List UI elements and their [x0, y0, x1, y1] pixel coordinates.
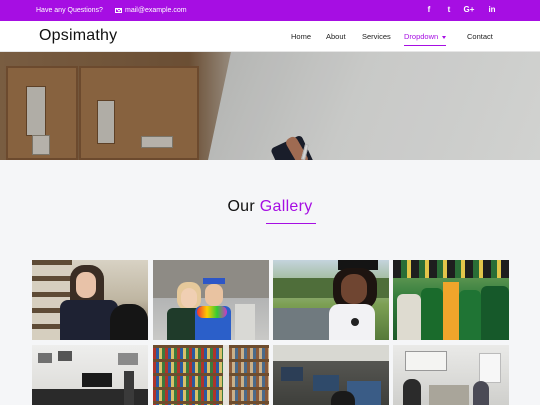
linkedin-icon[interactable]: in	[486, 5, 498, 14]
face-right	[205, 284, 223, 306]
wall-frame	[118, 353, 138, 365]
face	[341, 274, 367, 304]
wall-frame	[38, 353, 52, 363]
hero-overlay	[0, 52, 540, 160]
envelope-icon	[115, 8, 122, 13]
face	[76, 272, 96, 298]
monitor	[313, 375, 339, 391]
nav-home[interactable]: Home	[291, 32, 311, 41]
parking-lot	[273, 308, 333, 340]
facebook-icon[interactable]: f	[423, 5, 435, 14]
brand-logo[interactable]: Opsimathy	[39, 27, 117, 45]
stole	[443, 282, 459, 340]
classroom-photo[interactable]	[32, 345, 148, 405]
bookshelf-left	[153, 345, 223, 405]
gallery-heading-our: Our	[227, 198, 256, 215]
graduates-selfie-photo[interactable]	[153, 260, 269, 340]
nav-dropdown[interactable]: Dropdown	[404, 32, 447, 46]
navbar: Opsimathy Home About Services Dropdown C…	[0, 21, 540, 52]
lei	[197, 306, 227, 318]
caps-row	[393, 260, 509, 278]
tv-screen	[82, 373, 112, 387]
graduation-ceremony-photo[interactable]	[393, 260, 509, 340]
computer-lab-photo[interactable]	[273, 345, 389, 405]
person	[403, 379, 421, 405]
twitter-icon[interactable]: t	[443, 5, 455, 14]
diploma	[235, 304, 255, 340]
monitor	[281, 367, 303, 381]
google-plus-icon[interactable]: G+	[463, 5, 475, 14]
person	[473, 381, 489, 405]
teacher	[124, 371, 134, 405]
wall-frame	[58, 351, 72, 361]
nav-dropdown-label: Dropdown	[404, 32, 439, 41]
library-shelves-photo[interactable]	[153, 345, 269, 405]
flipchart	[479, 353, 501, 383]
top-bar: Have any Questions? mail@example.com f t…	[0, 0, 540, 21]
meeting-room-photo[interactable]	[393, 345, 509, 405]
email-text: mail@example.com	[125, 7, 187, 14]
gown-a	[421, 288, 443, 340]
bookshelf-right	[229, 345, 269, 405]
nav-services[interactable]: Services	[362, 32, 391, 41]
hero-banner	[0, 52, 540, 160]
gown-b	[459, 290, 481, 340]
gallery-heading: Our Gallery	[0, 198, 540, 216]
projection-screen	[405, 351, 447, 371]
nav-contact[interactable]: Contact	[467, 32, 493, 41]
heading-underline	[266, 223, 316, 224]
badge	[351, 318, 359, 326]
chevron-down-icon	[442, 35, 447, 39]
face-left	[181, 288, 197, 308]
student-head	[331, 391, 355, 405]
question-text: Have any Questions?	[36, 7, 103, 14]
person-left	[397, 294, 421, 340]
ceiling	[273, 345, 389, 361]
student-thinking-photo[interactable]	[32, 260, 148, 340]
foreground-student	[110, 304, 148, 340]
nav-about[interactable]: About	[326, 32, 346, 41]
graduate-smiling-photo[interactable]	[273, 260, 389, 340]
table	[429, 385, 469, 405]
email-link[interactable]: mail@example.com	[115, 7, 187, 14]
gown-c	[481, 286, 509, 340]
gallery-heading-gallery: Gallery	[259, 198, 313, 215]
